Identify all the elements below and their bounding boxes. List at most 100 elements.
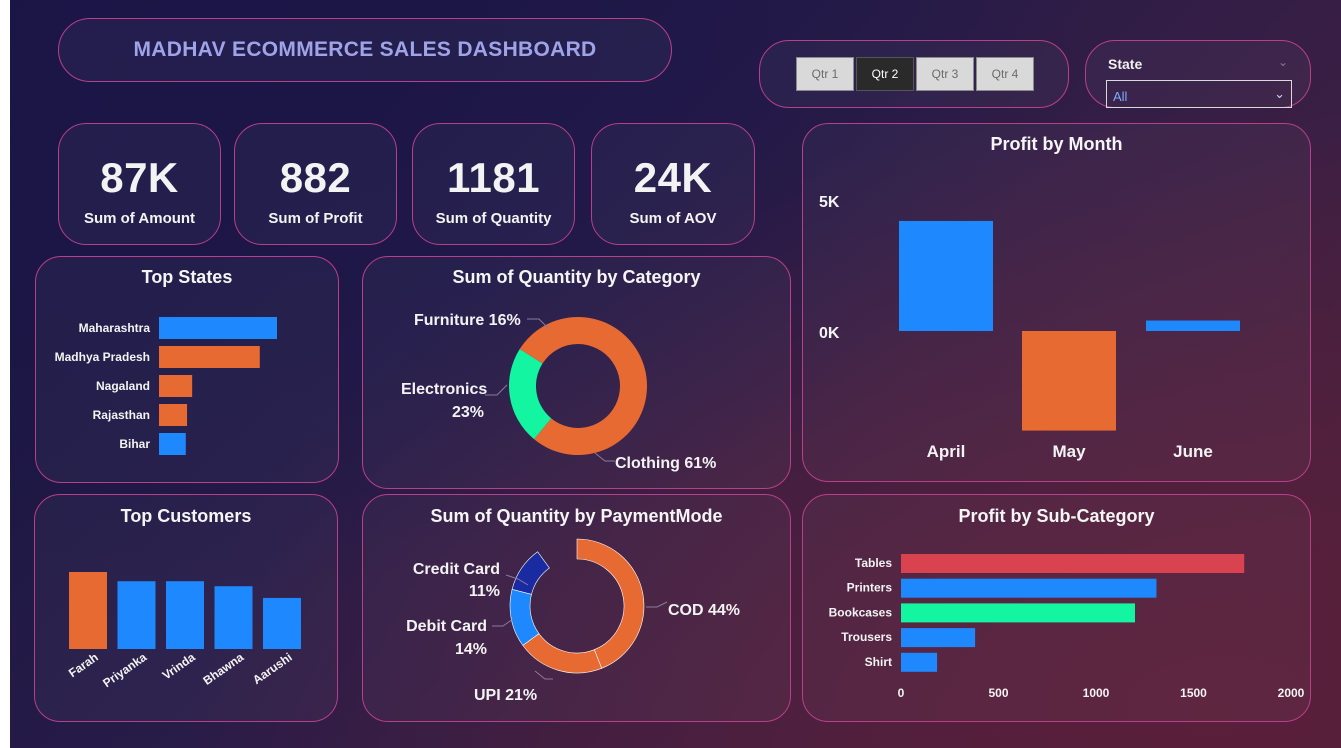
donut-slice: [511, 551, 550, 595]
bar: [159, 346, 260, 368]
payment-donut-card: Sum of Quantity by PaymentMode Credit Ca…: [362, 494, 791, 722]
donut-slice: [576, 538, 645, 669]
bar: [899, 220, 993, 331]
donut-slice: [509, 588, 540, 646]
bar: [1022, 331, 1116, 431]
bar: [166, 581, 204, 649]
category-donut-card: Sum of Quantity by Category Furniture 16…: [362, 256, 791, 489]
profit-by-subcategory-card: Profit by Sub-Category Tables Printers Boo…: [802, 494, 1311, 722]
tick-label: Nagaland: [96, 379, 150, 393]
x-tick-label: Priyanka: [100, 650, 149, 690]
bar: [69, 572, 107, 649]
bar: [901, 554, 1245, 573]
leader-line: [534, 670, 553, 680]
y-tick-label: 5K: [819, 194, 840, 211]
x-tick-label: Aarushi: [250, 650, 295, 687]
dashboard-title: MADHAV ECOMMERCE SALES DASHBOARD: [133, 38, 597, 61]
qtr-4-button[interactable]: Qtr 4: [976, 57, 1034, 91]
x-tick-label: May: [1052, 442, 1086, 461]
tick-label: Madhya Pradesh: [55, 350, 150, 364]
dashboard-canvas: MADHAV ECOMMERCE SALES DASHBOARD Qtr 1 Q…: [10, 0, 1341, 748]
bar: [117, 581, 156, 649]
tick-label: Printers: [847, 581, 893, 595]
kpi-value: 87K: [100, 154, 179, 201]
bar: [901, 628, 976, 648]
tick-label: Rajasthan: [93, 408, 150, 422]
kpi-label: Sum of Profit: [268, 210, 363, 227]
data-label: 23%: [452, 404, 484, 421]
kpi-card-aov: 24K Sum of AOV: [591, 123, 755, 245]
kpi-label: Sum of Amount: [83, 210, 196, 227]
donut-slice: [522, 633, 603, 674]
leader-line: [646, 601, 668, 608]
chevron-down-icon[interactable]: ⌄: [1278, 55, 1288, 69]
x-tick-label: Bhawna: [200, 650, 246, 688]
data-label: UPI 21%: [474, 687, 537, 704]
leader-line: [492, 618, 514, 627]
kpi-value: 1181: [446, 154, 541, 201]
state-dropdown[interactable]: All ⌄: [1106, 80, 1292, 108]
x-tick-label: 0: [898, 686, 905, 700]
tick-label: Shirt: [865, 655, 892, 669]
kpi-card-profit: 882 Sum of Profit: [234, 123, 397, 245]
tick-label: Bookcases: [829, 605, 893, 619]
dashboard-title-card: MADHAV ECOMMERCE SALES DASHBOARD: [58, 18, 672, 82]
profit-by-month-card: Profit by Month 5K 0K April May June: [802, 123, 1311, 482]
donut-slice: [509, 349, 552, 440]
bar: [1146, 320, 1240, 331]
top-states-chart: Maharashtra Madhya Pradesh Nagaland Rajasth…: [55, 317, 277, 455]
data-label: Debit Card: [406, 618, 487, 635]
tick-label: Trousers: [841, 630, 892, 644]
y-tick-label: 0K: [819, 325, 840, 342]
state-slicer-label: State: [1108, 56, 1143, 72]
data-label: Furniture 16%: [414, 312, 521, 329]
profit-by-month-chart: 5K 0K April May June: [819, 194, 1240, 461]
bar: [159, 404, 188, 426]
chevron-down-icon: ⌄: [1274, 86, 1285, 101]
qtr-2-button[interactable]: Qtr 2: [856, 57, 914, 91]
x-tick-label: June: [1173, 442, 1213, 461]
bar: [159, 433, 186, 455]
kpi-label: Sum of Quantity: [435, 210, 552, 227]
profit-by-subcategory-chart: Tables Printers Bookcases Trousers Shirt 0 500…: [829, 554, 1305, 700]
top-customers-chart: Farah Priyanka Vrinda Bhawna Aarushi: [66, 572, 301, 690]
bar: [901, 603, 1135, 623]
tick-label: Maharashtra: [79, 321, 151, 335]
kpi-card-quantity: 1181 Sum of Quantity: [412, 123, 575, 245]
x-tick-label: 2000: [1278, 686, 1305, 700]
bar: [159, 317, 277, 339]
state-dropdown-value: All: [1113, 89, 1128, 104]
data-label: Clothing 61%: [615, 455, 716, 472]
x-tick-label: 1000: [1083, 686, 1110, 700]
x-tick-label: April: [927, 442, 966, 461]
category-donut-chart: Furniture 16% Electronics 23% Clothing 61%: [401, 312, 716, 472]
data-label: Credit Card: [413, 561, 500, 578]
tick-label: Tables: [855, 556, 892, 570]
bar: [159, 375, 193, 397]
bar: [901, 652, 938, 672]
kpi-value: 882: [279, 154, 352, 201]
x-tick-label: Farah: [66, 650, 101, 680]
x-tick-label: 500: [988, 686, 1008, 700]
bar: [214, 586, 253, 649]
kpi-label: Sum of AOV: [629, 210, 717, 227]
kpi-value: 24K: [633, 154, 713, 201]
leader-line: [594, 452, 615, 462]
data-label: Electronics: [401, 381, 487, 398]
leader-line: [485, 384, 508, 396]
qtr-1-button[interactable]: Qtr 1: [796, 57, 854, 91]
qtr-3-button[interactable]: Qtr 3: [916, 57, 974, 91]
tick-label: Bihar: [119, 437, 150, 451]
x-tick-label: Vrinda: [160, 650, 198, 683]
state-slicer: State ⌄ All ⌄: [1085, 40, 1311, 108]
data-label: COD 44%: [668, 602, 740, 619]
x-tick-label: 1500: [1180, 686, 1207, 700]
bar: [263, 597, 301, 649]
top-customers-card: Top Customers Farah Priyanka Vrinda Bhawna A…: [34, 494, 338, 722]
data-label: 14%: [455, 641, 487, 658]
quarter-slicer: Qtr 1 Qtr 2 Qtr 3 Qtr 4: [759, 40, 1069, 108]
payment-donut-chart: Credit Card 11% Debit Card 14% UPI 21% COD 44…: [406, 538, 740, 704]
top-states-card: Top States Maharashtra Madhya Pradesh Naga…: [35, 256, 339, 483]
kpi-card-amount: 87K Sum of Amount: [58, 123, 221, 245]
data-label: 11%: [469, 583, 500, 600]
